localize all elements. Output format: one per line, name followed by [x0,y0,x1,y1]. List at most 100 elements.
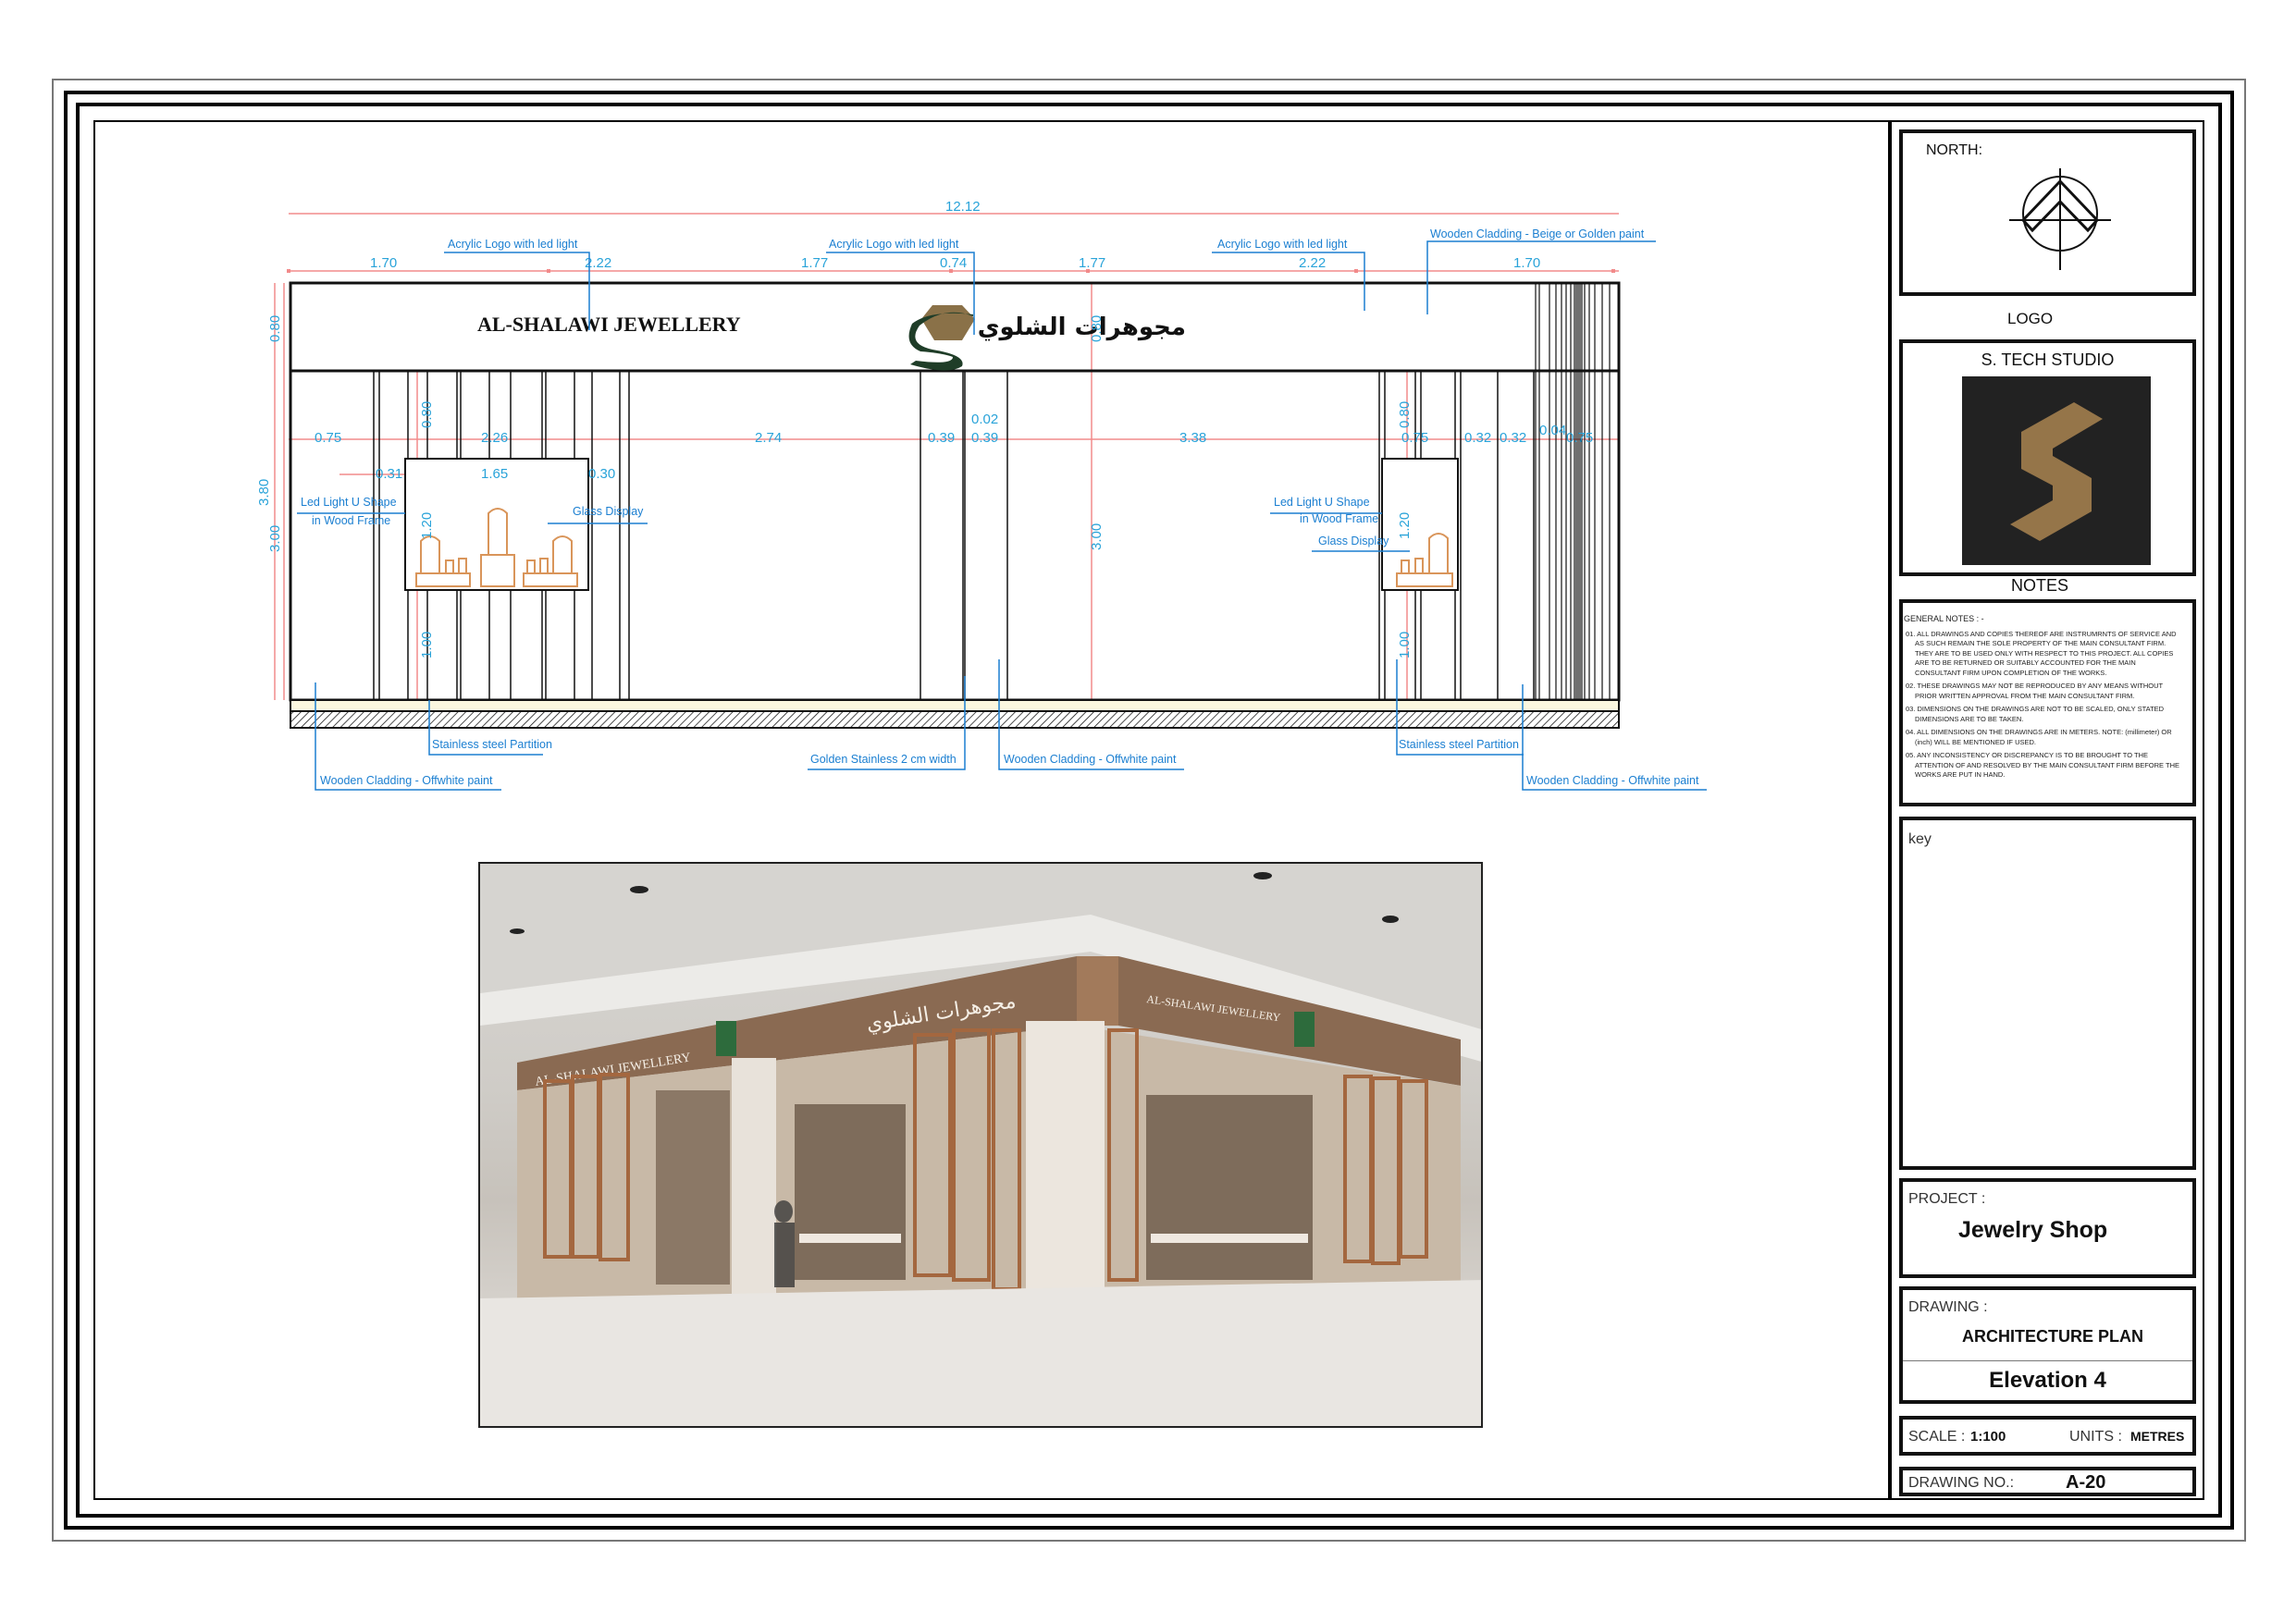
dim-mid-6: 0.39 [971,430,998,446]
fascia-corner-slats [1077,956,1118,1026]
drawing-no-value: A-20 [2066,1472,2106,1493]
interior-wall-center [795,1104,906,1280]
dim-mid-12: 0.75 [1566,430,1593,446]
drawing-box: DRAWING : ARCHITECTURE PLAN Elevation 4 [1899,1286,2196,1404]
note-acrylic-logo-3: Acrylic Logo with led light [1217,238,1348,251]
dim-display-left-upper: 0.80 [419,401,435,428]
general-note-3: 03. DIMENSIONS ON THE DRAWINGS ARE NOT T… [1906,705,2165,723]
logo-label: LOGO [2007,310,2054,327]
general-note-5: 05. ANY INCONSISTENCY OR DISCREPANCY IS … [1906,751,2180,779]
dim-mid-11: 0.04 [1539,423,1566,438]
project-name: Jewelry Shop [1958,1217,2108,1243]
note-acrylic-logo-2: Acrylic Logo with led light [829,238,959,251]
note-led-right-2: in Wood Frame [1300,512,1378,525]
dim-display-left-height: 1.20 [419,512,435,539]
dim-top-1: 1.70 [370,255,397,271]
sign-arabic: مجوهرات الشلوي [978,314,1186,341]
rendering-logo-right [1294,1012,1315,1047]
person-body [774,1223,795,1287]
mall-floor [480,1280,1481,1426]
dim-overall-width: 12.12 [945,199,981,215]
column-corner [1026,1021,1105,1326]
rendering-logo-left [716,1021,736,1056]
interior-wall-right [1146,1095,1313,1280]
rendering-illustration: AL-SHALAWI JEWELLERY مجوهرات الشلوي AL-S… [480,864,1481,1426]
dim-top-7: 1.70 [1513,255,1540,271]
general-notes: GENERAL NOTES : - 01. ALL DRAWINGS AND C… [1904,614,2181,784]
shop-logo-icon [908,305,975,371]
dim-mid-8: 0.75 [1401,430,1428,446]
north-arrow-icon [2009,168,2111,270]
key-box: key [1899,817,2196,1170]
dim-top-4: 0.74 [940,255,967,271]
dim-center-fascia: 0.80 [1089,315,1105,342]
floor-slab-hatch [290,710,1620,729]
dim-display-left-gap: 0.31 [376,466,402,482]
key-label: key [1908,831,1932,847]
elevation-drawing: AL-SHALAWI JEWELLERY مجوهرات الشلوي 12.1… [256,199,1707,791]
dim-display-right-upper: 0.80 [1397,401,1413,428]
note-wooden-cladding-beige: Wooden Cladding - Beige or Golden paint [1430,227,1645,240]
note-led-left-2: in Wood Frame [312,514,390,527]
dim-display-left-base: 1.00 [419,632,435,658]
sign-english: AL-SHALAWI JEWELLERY [477,313,741,336]
vertical-cladding-slats [1535,283,1611,700]
dim-mid-1: 0.75 [315,430,341,446]
drawing-title: Elevation 4 [1989,1368,2106,1393]
notes-label: NOTES [2011,576,2069,595]
general-note-4: 04. ALL DIMENSIONS ON THE DRAWINGS ARE I… [1906,728,2172,746]
north-box: NORTH: [1899,129,2196,296]
dim-mid-4: 0.39 [928,430,955,446]
drawing-no-label: DRAWING NO.: [1908,1475,2015,1491]
dim-mid-10: 0.32 [1500,430,1526,446]
note-wooden-offwhite-center: Wooden Cladding - Offwhite paint [1004,753,1177,766]
dim-fascia-height: 0.80 [267,315,283,342]
note-glass-display-left: Glass Display [573,505,644,518]
display-counter-center [799,1234,901,1243]
dim-display-left-gap-right: 0.30 [588,466,615,482]
scale-value: 1:100 [1970,1429,2006,1445]
note-led-right-1: Led Light U Shape [1274,496,1370,509]
column-left [732,1058,776,1298]
dim-mid-2: 2.26 [481,430,508,446]
dim-lower-height: 3.00 [267,525,283,552]
note-glass-display-right: Glass Display [1318,535,1389,547]
dim-display-right-base: 1.00 [1397,632,1413,658]
person-figure [774,1200,793,1223]
floor-finish [290,699,1620,712]
general-note-2: 02. THESE DRAWINGS MAY NOT BE REPRODUCED… [1906,682,2163,700]
glass-display-right [1381,458,1459,591]
storefront-rendering: AL-SHALAWI JEWELLERY مجوهرات الشلوي AL-S… [478,862,1483,1428]
project-box: PROJECT : Jewelry Shop [1899,1178,2196,1278]
dim-mid-7: 3.38 [1179,430,1206,446]
dimension-lines [274,213,1619,700]
scale-box: SCALE : 1:100 UNITS : METRES [1899,1416,2196,1456]
dim-mid-9: 0.32 [1464,430,1491,446]
dim-top-6: 2.22 [1299,255,1326,271]
dim-mid-3: 2.74 [755,430,782,446]
studio-name: S. TECH STUDIO [1981,350,2115,369]
drawing-label: DRAWING : [1908,1299,1988,1315]
dim-display-right-height: 1.20 [1397,512,1413,539]
studio-logo-icon [1962,376,2151,565]
dim-top-3: 1.77 [801,255,828,271]
logo-box: S. TECH STUDIO [1899,339,2196,576]
note-led-left-1: Led Light U Shape [301,496,397,509]
dim-top-5: 1.77 [1079,255,1105,271]
note-stainless-left: Stainless steel Partition [432,738,552,751]
dim-display-left-width: 1.65 [481,466,508,482]
scale-label: SCALE : [1908,1429,1966,1445]
note-golden-stainless: Golden Stainless 2 cm width [810,753,957,766]
note-stainless-right: Stainless steel Partition [1399,738,1519,751]
drawing-type: ARCHITECTURE PLAN [1962,1327,2143,1346]
display-counter-right [1151,1234,1308,1243]
note-wooden-offwhite-left: Wooden Cladding - Offwhite paint [320,774,493,787]
units-label: UNITS : [2069,1429,2122,1445]
dim-center-lower: 3.00 [1089,523,1105,550]
units-value: METRES [2130,1429,2185,1444]
interior-wall-left [656,1090,730,1285]
note-acrylic-logo-1: Acrylic Logo with led light [448,238,578,251]
note-wooden-offwhite-right: Wooden Cladding - Offwhite paint [1526,774,1699,787]
dim-overall-height: 3.80 [256,479,272,506]
general-notes-title: GENERAL NOTES : - [1904,614,1984,623]
